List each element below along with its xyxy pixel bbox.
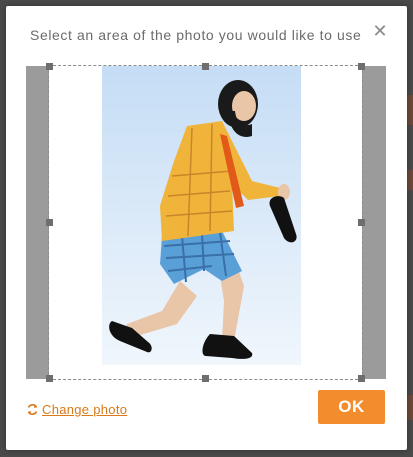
crop-area[interactable] xyxy=(26,63,386,382)
resize-handle-bottom-right[interactable] xyxy=(358,375,365,382)
ok-button[interactable]: OK xyxy=(318,390,385,424)
change-photo-label: Change photo xyxy=(42,402,128,417)
resize-handle-top-right[interactable] xyxy=(358,63,365,70)
resize-handle-top-left[interactable] xyxy=(46,63,53,70)
close-icon[interactable]: ✕ xyxy=(372,22,388,40)
crop-dialog: Select an area of the photo you would li… xyxy=(6,6,407,450)
photo-preview xyxy=(102,66,301,365)
crop-selection[interactable] xyxy=(48,65,363,380)
resize-handle-top[interactable] xyxy=(202,63,209,70)
resize-handle-left[interactable] xyxy=(46,219,53,226)
refresh-icon xyxy=(27,404,38,415)
resize-handle-bottom-left[interactable] xyxy=(46,375,53,382)
change-photo-link[interactable]: Change photo xyxy=(26,402,127,417)
dialog-title: Select an area of the photo you would li… xyxy=(30,27,362,43)
resize-handle-right[interactable] xyxy=(358,219,365,226)
resize-handle-bottom[interactable] xyxy=(202,375,209,382)
photo-image xyxy=(109,80,297,359)
